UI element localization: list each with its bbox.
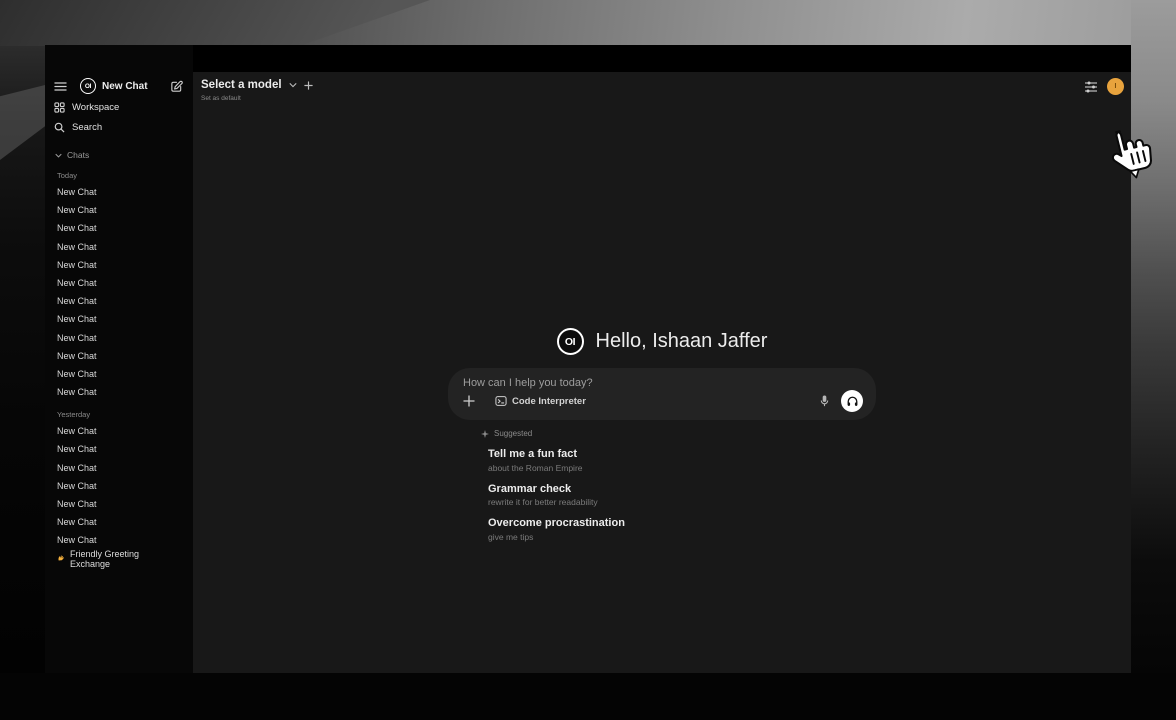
controls-sliders-icon[interactable] xyxy=(1084,81,1098,93)
terminal-icon xyxy=(495,395,507,407)
suggested-section: Suggested Tell me a fun fact about the Ro… xyxy=(448,429,876,542)
chat-item[interactable]: New Chat xyxy=(45,440,193,458)
app-logo-large: OI xyxy=(557,328,584,355)
chat-item[interactable]: New Chat xyxy=(45,219,193,237)
suggestion-subtitle: rewrite it for better readability xyxy=(488,497,876,507)
wallpaper-right xyxy=(1131,0,1176,720)
search-label: Search xyxy=(72,122,102,133)
chat-item[interactable]: New Chat xyxy=(45,329,193,347)
suggested-label: Suggested xyxy=(494,429,532,438)
header-actions: I xyxy=(1084,78,1124,95)
sidebar-item-search[interactable]: Search xyxy=(45,118,193,137)
main-header: Select a model Set as default xyxy=(201,79,313,102)
chat-item[interactable]: New Chat xyxy=(45,238,193,256)
spark-icon xyxy=(481,430,489,438)
greeting: OI Hello, Ishaan Jaffer xyxy=(448,328,876,355)
chat-item-pinned[interactable]: Friendly Greeting Exchange xyxy=(45,550,193,569)
chat-item[interactable]: New Chat xyxy=(45,495,193,513)
headphones-icon xyxy=(846,395,859,408)
prompt-input[interactable]: How can I help you today? Code Interpret… xyxy=(448,368,876,420)
chevron-down-icon xyxy=(289,82,297,88)
code-interpreter-button[interactable]: Code Interpreter xyxy=(495,395,586,407)
wave-emoji-icon xyxy=(57,554,66,563)
chat-item[interactable]: New Chat xyxy=(45,347,193,365)
search-icon xyxy=(54,122,65,133)
suggestion-subtitle: give me tips xyxy=(488,532,876,542)
chats-label: Chats xyxy=(67,150,89,160)
chat-item[interactable]: New Chat xyxy=(45,513,193,531)
voice-mode-button[interactable] xyxy=(841,390,863,412)
chat-item[interactable]: New Chat xyxy=(45,531,193,549)
app-window: OI New Chat Workspace Search Chats Today… xyxy=(45,45,1131,673)
add-model-icon[interactable] xyxy=(304,81,313,90)
chat-item[interactable]: New Chat xyxy=(45,256,193,274)
chat-item[interactable]: New Chat xyxy=(45,422,193,440)
sidebar-item-workspace[interactable]: Workspace xyxy=(45,98,193,117)
chat-item[interactable]: New Chat xyxy=(45,292,193,310)
chat-item[interactable]: New Chat xyxy=(45,383,193,401)
pinned-chat-label: Friendly Greeting Exchange xyxy=(70,549,181,569)
sidebar: OI New Chat Workspace Search Chats Today… xyxy=(45,45,193,673)
composer-toolbar: Code Interpreter xyxy=(463,390,863,412)
suggestion-item[interactable]: Overcome procrastination give me tips xyxy=(481,517,876,542)
sidebar-title[interactable]: New Chat xyxy=(102,81,148,92)
sidebar-header: OI New Chat xyxy=(45,75,193,97)
chat-section-label: Today xyxy=(45,171,193,180)
app-logo: OI xyxy=(80,78,96,94)
set-default-link[interactable]: Set as default xyxy=(201,95,313,102)
chat-item[interactable]: New Chat xyxy=(45,274,193,292)
model-selector-label: Select a model xyxy=(201,79,282,91)
chat-item[interactable]: New Chat xyxy=(45,477,193,495)
suggestion-title: Grammar check xyxy=(488,483,876,495)
code-interpreter-label: Code Interpreter xyxy=(512,396,586,407)
microphone-icon[interactable] xyxy=(819,394,830,408)
model-selector[interactable]: Select a model xyxy=(201,79,313,91)
chat-item[interactable]: New Chat xyxy=(45,310,193,328)
suggestion-title: Overcome procrastination xyxy=(488,517,876,529)
suggestion-item[interactable]: Tell me a fun fact about the Roman Empire xyxy=(481,448,876,473)
wallpaper-bottom xyxy=(0,673,1176,720)
greeting-text: Hello, Ishaan Jaffer xyxy=(596,330,768,353)
suggestion-title: Tell me a fun fact xyxy=(488,448,876,460)
attach-plus-icon[interactable] xyxy=(463,395,475,407)
chats-section-toggle[interactable]: Chats xyxy=(45,148,193,162)
chat-item[interactable]: New Chat xyxy=(45,459,193,477)
workspace-label: Workspace xyxy=(72,102,119,113)
chat-item[interactable]: New Chat xyxy=(45,365,193,383)
suggestion-list: Tell me a fun fact about the Roman Empire… xyxy=(481,448,876,542)
chat-item[interactable]: New Chat xyxy=(45,201,193,219)
chat-sections: TodayNew ChatNew ChatNew ChatNew ChatNew… xyxy=(45,171,193,550)
new-chat-icon[interactable] xyxy=(170,80,183,93)
workspace-grid-icon xyxy=(54,102,65,113)
suggestion-subtitle: about the Roman Empire xyxy=(488,463,876,473)
prompt-placeholder: How can I help you today? xyxy=(463,377,863,389)
hamburger-menu-icon[interactable] xyxy=(54,82,67,91)
chat-section-label: Yesterday xyxy=(45,410,193,419)
suggestion-item[interactable]: Grammar check rewrite it for better reada… xyxy=(481,483,876,508)
suggested-header: Suggested xyxy=(481,429,876,438)
chat-item[interactable]: New Chat xyxy=(45,183,193,201)
center-content: OI Hello, Ishaan Jaffer How can I help y… xyxy=(448,328,876,542)
desktop: { "sidebar": { "title": "New Chat", "log… xyxy=(0,0,1176,720)
main-area: Select a model Set as default I OI Hello… xyxy=(193,72,1131,673)
chevron-down-icon xyxy=(55,153,62,158)
user-avatar[interactable]: I xyxy=(1107,78,1124,95)
